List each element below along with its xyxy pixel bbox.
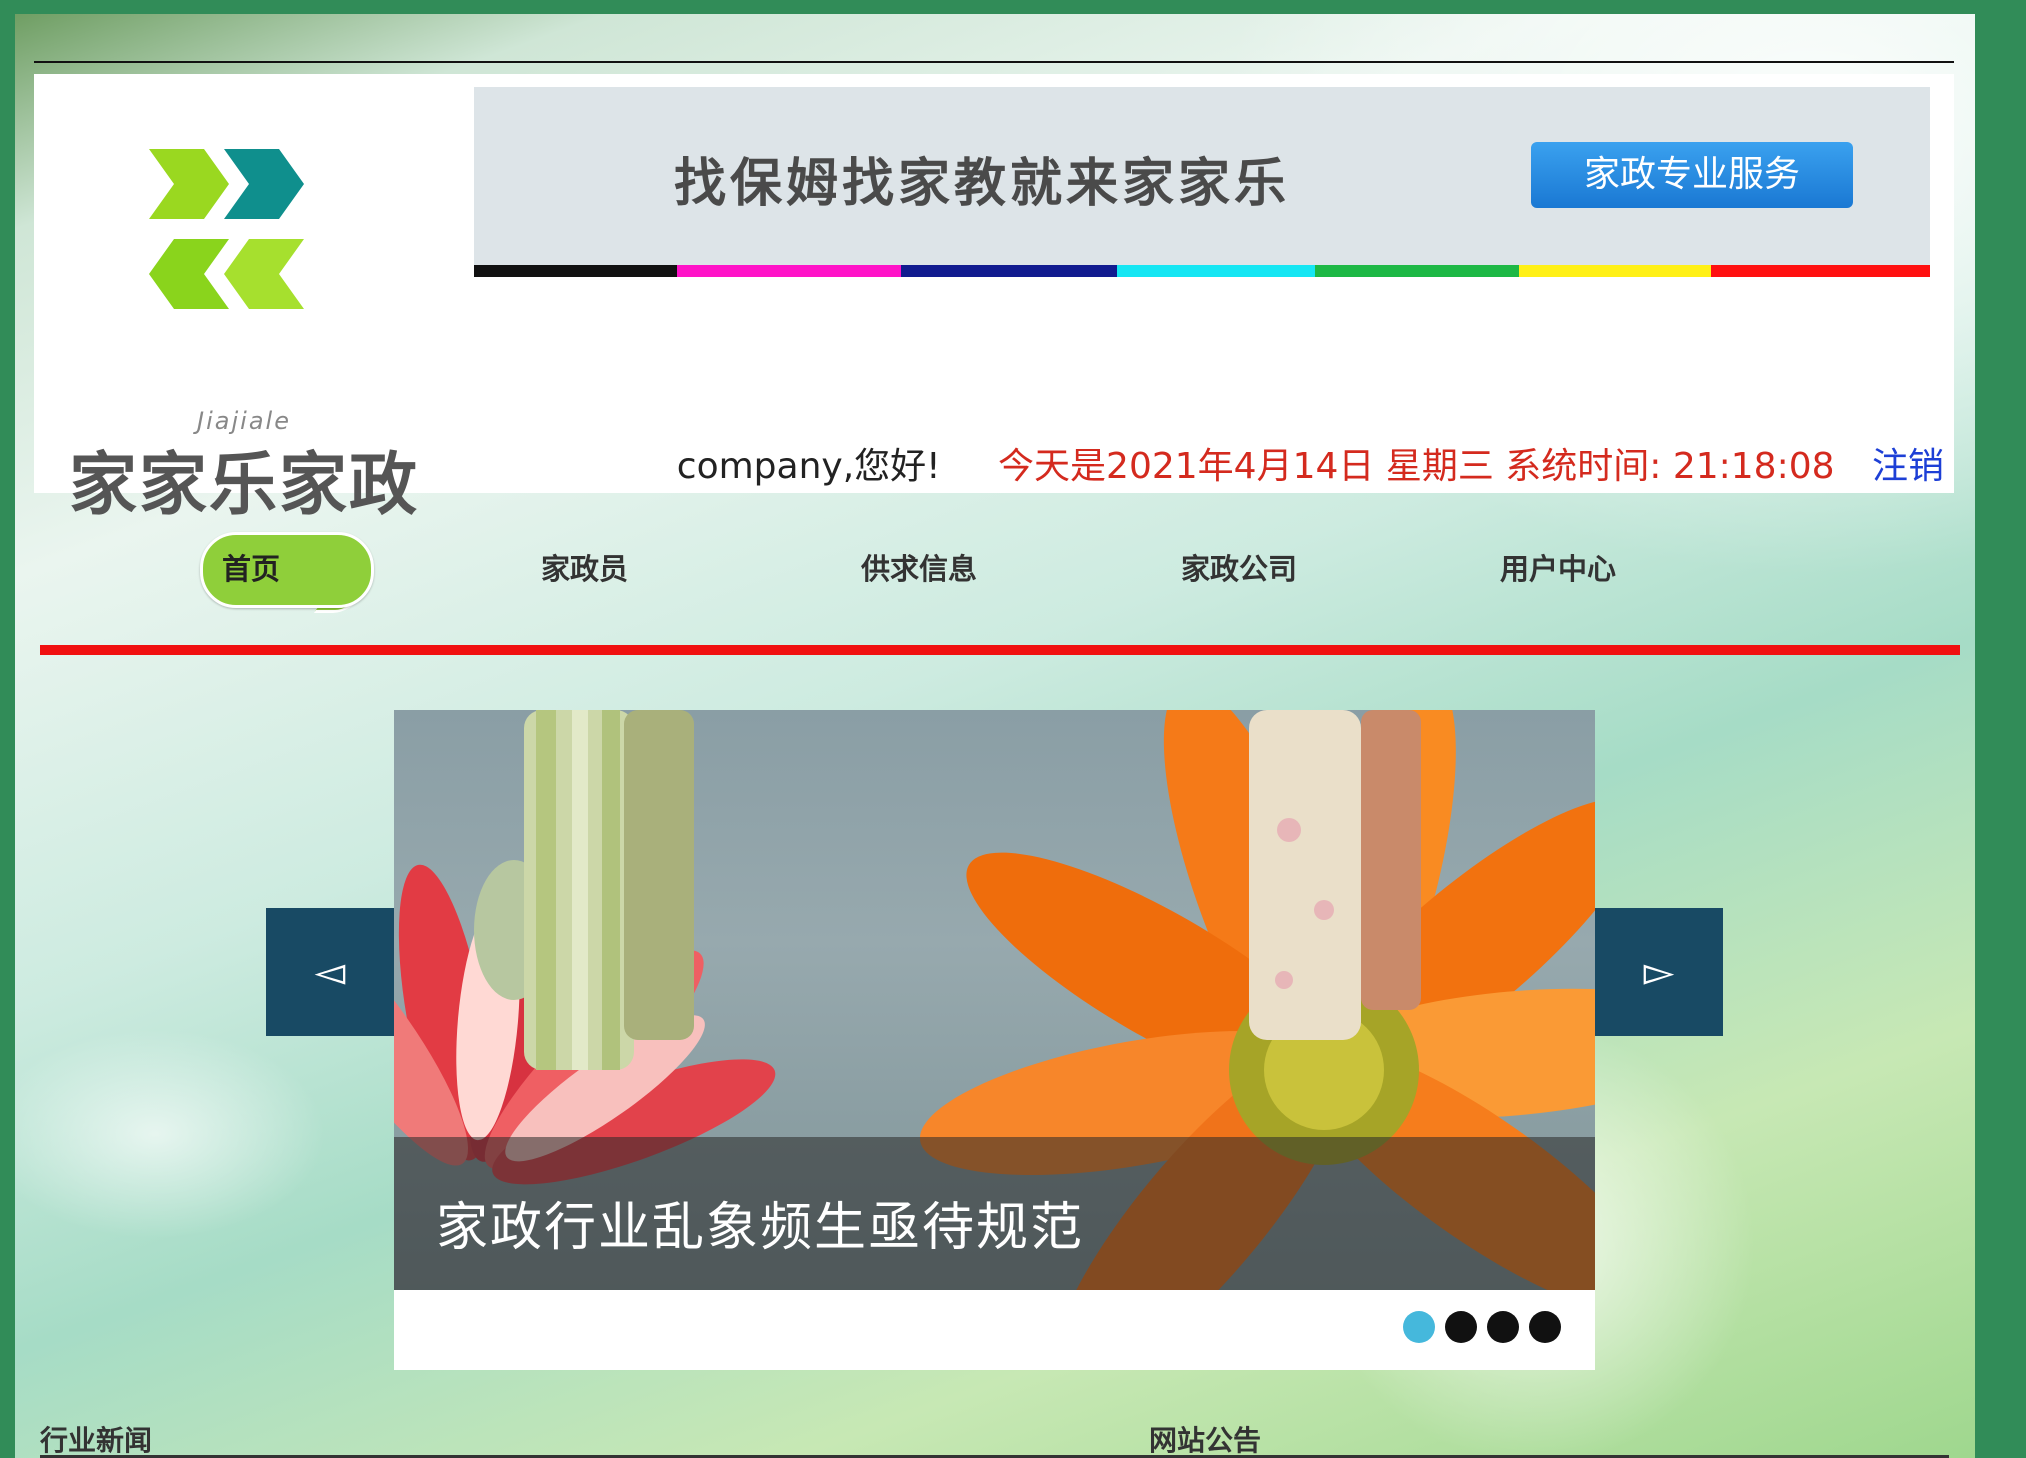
user-status-bar: company,您好! 今天是2021年4月14日 星期三 系统时间: 21:1… <box>667 437 1944 489</box>
news-slider: 家政行业乱象频生亟待规范 <box>394 710 1595 1370</box>
nav-item-housekeepers[interactable]: 家政员 <box>541 546 628 588</box>
nav-item-user-center[interactable]: 用户中心 <box>1500 546 1616 588</box>
user-greeting: company,您好! <box>676 446 941 487</box>
logo-title: 家家乐家政 <box>68 445 419 525</box>
site-logo[interactable]: Jiajiale 家家乐家政 <box>64 129 424 525</box>
clothespin-left <box>524 710 694 1070</box>
slide-caption-bar: 家政行业乱象频生亟待规范 <box>394 1137 1595 1290</box>
logout-link[interactable]: 注销 <box>1872 446 1944 487</box>
industry-news-heading: 行业新闻 <box>40 1424 153 1457</box>
date-time-display: 今天是2021年4月14日 星期三 系统时间: 21:18:08 <box>998 446 1835 487</box>
strip-segment <box>474 265 677 277</box>
slider-dot[interactable] <box>1487 1311 1519 1343</box>
strip-segment <box>1117 265 1315 277</box>
slider-dot[interactable] <box>1403 1311 1435 1343</box>
site-header: Jiajiale 家家乐家政 找保姆找家教就来家家乐 家政专业服务 compan… <box>34 74 1954 525</box>
strip-segment <box>901 265 1117 277</box>
strip-segment <box>1315 265 1519 277</box>
nav-item-home[interactable]: 首页 <box>200 532 374 617</box>
page: Jiajiale 家家乐家政 找保姆找家教就来家家乐 家政专业服务 compan… <box>15 14 1975 1458</box>
slide-image[interactable]: 家政行业乱象频生亟待规范 <box>394 710 1595 1290</box>
slider-dot[interactable] <box>1445 1311 1477 1343</box>
slider-prev-button[interactable]: ◅ <box>266 908 394 1036</box>
top-divider <box>34 61 1954 63</box>
strip-segment <box>1711 265 1930 277</box>
banner-slogan: 找保姆找家教就来家家乐 <box>674 154 1291 214</box>
nav-item-label: 首页 <box>222 552 281 586</box>
site-notice-heading: 网站公告 <box>1149 1424 1262 1457</box>
strip-segment <box>1519 265 1711 277</box>
nav-item-supply-demand[interactable]: 供求信息 <box>861 546 977 588</box>
professional-service-button[interactable]: 家政专业服务 <box>1531 142 1853 208</box>
main-nav: 首页 家政员 供求信息 家政公司 用户中心 <box>15 532 1975 613</box>
logo-chevron-icon <box>149 149 304 309</box>
clothespin-right <box>1249 710 1421 1040</box>
slider-dot[interactable] <box>1529 1311 1561 1343</box>
nav-item-companies[interactable]: 家政公司 <box>1181 546 1297 588</box>
slider-pagination <box>1403 1311 1561 1343</box>
nav-divider <box>40 645 1960 655</box>
slide-caption[interactable]: 家政行业乱象频生亟待规范 <box>436 1185 1084 1260</box>
header-banner: 找保姆找家教就来家家乐 家政专业服务 <box>474 87 1930 265</box>
banner-color-strip <box>474 265 1930 277</box>
slider-next-button[interactable]: ▻ <box>1595 908 1723 1036</box>
strip-segment <box>677 265 901 277</box>
